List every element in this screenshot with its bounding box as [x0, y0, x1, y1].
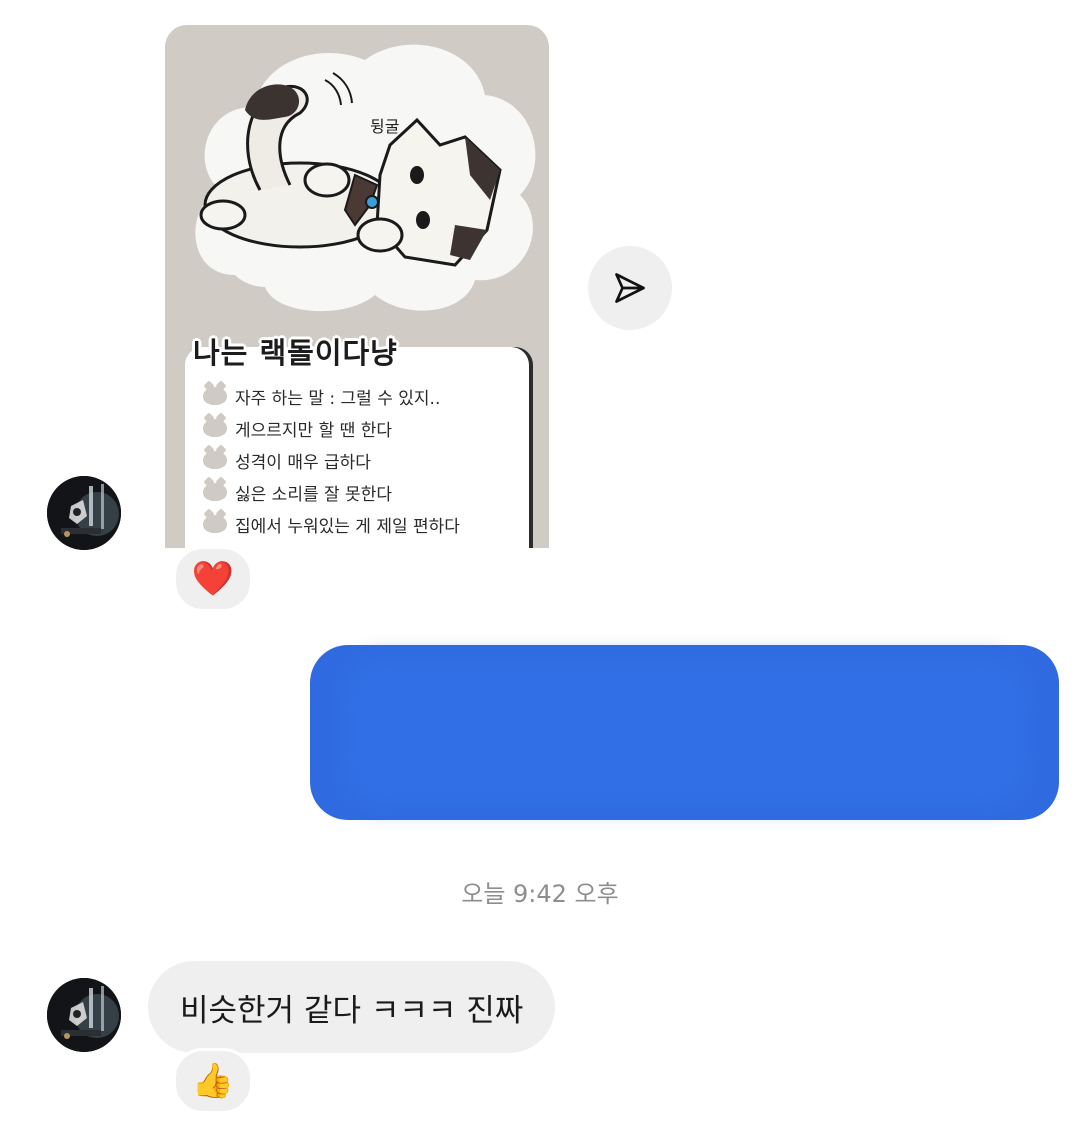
avatar[interactable] [47, 978, 121, 1052]
thumbs-up-emoji-icon: 👍 [191, 1061, 235, 1101]
paw-icon [203, 387, 227, 405]
traits-list: 자주 하는 말 : 그럴 수 있지.. 게으르지만 할 땐 한다 성격이 매우 … [203, 380, 460, 540]
message-text: 비슷한거 같다 ㅋㅋㅋ 진짜 [180, 992, 524, 1029]
paw-icon [203, 419, 227, 437]
list-item: 성격이 매우 급하다 [203, 444, 460, 476]
reaction-heart[interactable]: ❤️ [173, 546, 253, 612]
paw-icon [203, 515, 227, 533]
send-icon [615, 273, 645, 303]
incoming-message-bubble[interactable]: 비슷한거 같다 ㅋㅋㅋ 진짜 [148, 961, 556, 1053]
ragdoll-cat-illustration [195, 44, 536, 312]
shared-post-card[interactable]: 뒹굴 나는 랙돌이다냥 자주 하는 말 : 그럴 수 있지.. 게으르지만 할 … [165, 25, 549, 548]
list-item: 게으르지만 할 땐 한다 [203, 412, 460, 444]
paw-icon [203, 483, 227, 501]
timestamp: 오늘 9:42 오후 [461, 880, 619, 908]
list-item: 자주 하는 말 : 그럴 수 있지.. [203, 380, 460, 412]
sound-effect-text: 뒹굴 [370, 117, 400, 136]
heart-emoji-icon: ❤️ [191, 559, 235, 599]
outgoing-message-bubble[interactable] [310, 645, 1059, 820]
card-title: 나는 랙돌이다냥 [193, 336, 398, 370]
reaction-thumbs-up[interactable]: 👍 [173, 1048, 253, 1114]
avatar-photo [47, 476, 121, 550]
avatar[interactable] [47, 476, 121, 550]
list-item: 싫은 소리를 잘 못한다 [203, 476, 460, 508]
list-item: 집에서 누워있는 게 제일 편하다 [203, 508, 460, 540]
redacted-content [340, 657, 1030, 807]
avatar-photo [47, 978, 121, 1052]
paw-icon [203, 451, 227, 469]
share-button[interactable] [588, 246, 672, 330]
